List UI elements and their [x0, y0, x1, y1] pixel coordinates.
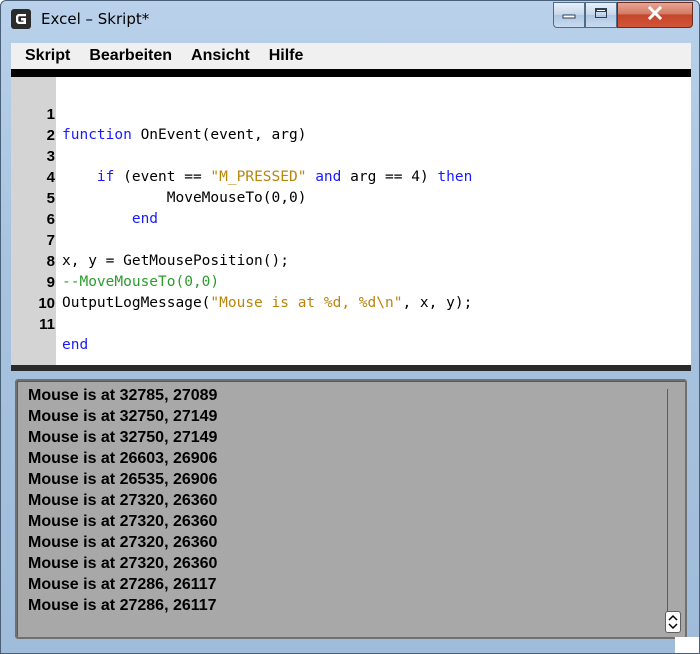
window-title: Excel – Skript*	[41, 10, 150, 28]
menu-ansicht[interactable]: Ansicht	[183, 47, 261, 65]
code-text: end	[62, 337, 89, 353]
log-line: Mouse is at 27286, 26117	[28, 597, 217, 614]
code-editor[interactable]: 1 function OnEvent(event, arg) 2 3 if (e…	[11, 69, 691, 371]
menu-hilfe[interactable]: Hilfe	[261, 47, 315, 65]
log-line: Mouse is at 27320, 26360	[28, 513, 218, 530]
minimize-icon	[562, 6, 576, 24]
code-line: 9 OutputLogMessage("Mouse is at %d, %d\n…	[11, 251, 691, 311]
title-bar[interactable]: Excel – Skript*	[1, 1, 699, 39]
code-line: 6	[11, 188, 691, 228]
code-line: 5 end	[11, 167, 691, 227]
code-line: 11 end	[11, 293, 691, 353]
menu-bar: Skript Bearbeiten Ansicht Hilfe	[11, 43, 691, 69]
output-log[interactable]: Mouse is at 32785, 27089 Mouse is at 327…	[15, 379, 687, 639]
log-line: Mouse is at 32785, 27089	[28, 387, 218, 404]
log-line: Mouse is at 26603, 26906	[28, 450, 218, 467]
logitech-g-icon	[11, 9, 31, 29]
resize-grip[interactable]	[675, 637, 699, 653]
script-editor-window: Excel – Skript* Skript Bearbeiten Ansich…	[0, 0, 700, 654]
log-line: Mouse is at 27286, 26117	[28, 576, 217, 593]
log-line: Mouse is at 32750, 27149	[28, 408, 218, 425]
close-button[interactable]	[617, 2, 693, 28]
line-number: 11	[39, 316, 55, 333]
code-line: 2	[11, 104, 691, 144]
code-line: 3 if (event == "M_PRESSED" and arg == 4)…	[11, 125, 691, 185]
close-icon	[647, 5, 663, 25]
output-scrollbar[interactable]	[667, 389, 679, 629]
minimize-button[interactable]	[553, 2, 585, 28]
log-line: Mouse is at 27320, 26360	[28, 555, 218, 572]
log-line: Mouse is at 27320, 26360	[28, 534, 218, 551]
code-line: 8 --MoveMouseTo(0,0)	[11, 230, 691, 290]
menu-bearbeiten[interactable]: Bearbeiten	[81, 47, 183, 65]
scroll-updown-icon[interactable]	[665, 611, 681, 633]
code-line: 1 function OnEvent(event, arg)	[11, 83, 691, 143]
maximize-button[interactable]	[585, 2, 617, 28]
log-line: Mouse is at 27320, 26360	[28, 492, 218, 509]
maximize-icon	[594, 6, 608, 24]
code-line: 4 MoveMouseTo(0,0)	[11, 146, 691, 206]
menu-skript[interactable]: Skript	[17, 47, 81, 65]
code-line: 10	[11, 272, 691, 312]
code-line: 7 x, y = GetMousePosition();	[11, 209, 691, 269]
log-line: Mouse is at 32750, 27149	[28, 429, 218, 446]
log-line: Mouse is at 26535, 26906	[28, 471, 218, 488]
